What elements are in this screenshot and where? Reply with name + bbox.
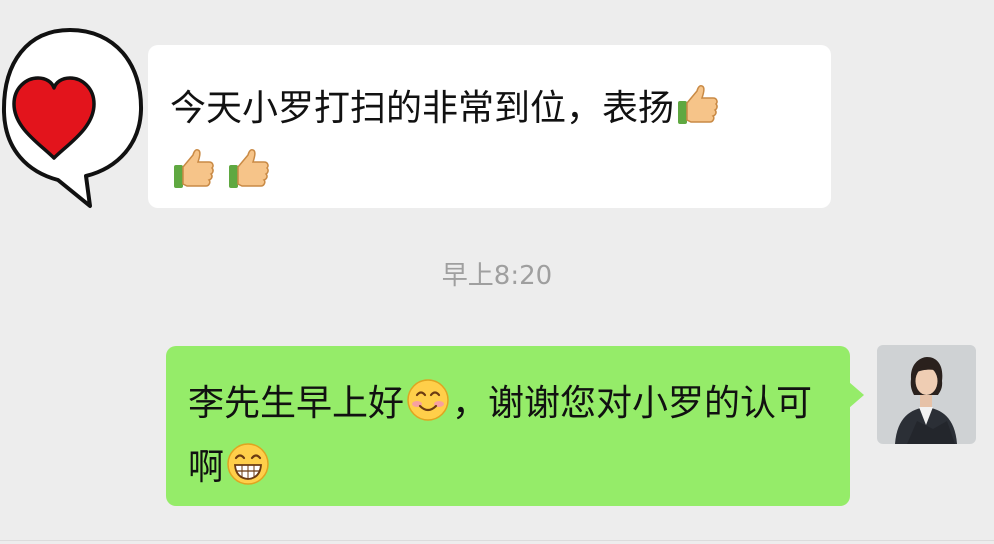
- incoming-message-text: 今天小罗打扫的非常到位，表扬: [170, 88, 675, 129]
- heart-speech-bubble-icon: [1, 28, 144, 208]
- divider: [0, 540, 994, 541]
- thumbs-up-icon: [226, 146, 272, 192]
- thumbs-up-icon: [171, 146, 217, 192]
- message-timestamp: 早上8:20: [441, 261, 553, 291]
- thumbs-up-icon: [675, 82, 721, 128]
- incoming-message-bubble[interactable]: 今天小罗打扫的非常到位，表扬: [148, 45, 831, 208]
- user-avatar[interactable]: [877, 345, 976, 444]
- person-avatar-icon: [877, 345, 976, 444]
- outgoing-bubble-tail: [849, 382, 864, 408]
- smiling-face-icon: [405, 377, 451, 423]
- sender-avatar[interactable]: [0, 24, 148, 210]
- grinning-face-icon: [225, 441, 271, 487]
- outgoing-message-text: 李先生早上好: [188, 383, 405, 424]
- outgoing-message-bubble[interactable]: 李先生早上好 ，谢谢您对小罗的认可啊: [166, 346, 850, 506]
